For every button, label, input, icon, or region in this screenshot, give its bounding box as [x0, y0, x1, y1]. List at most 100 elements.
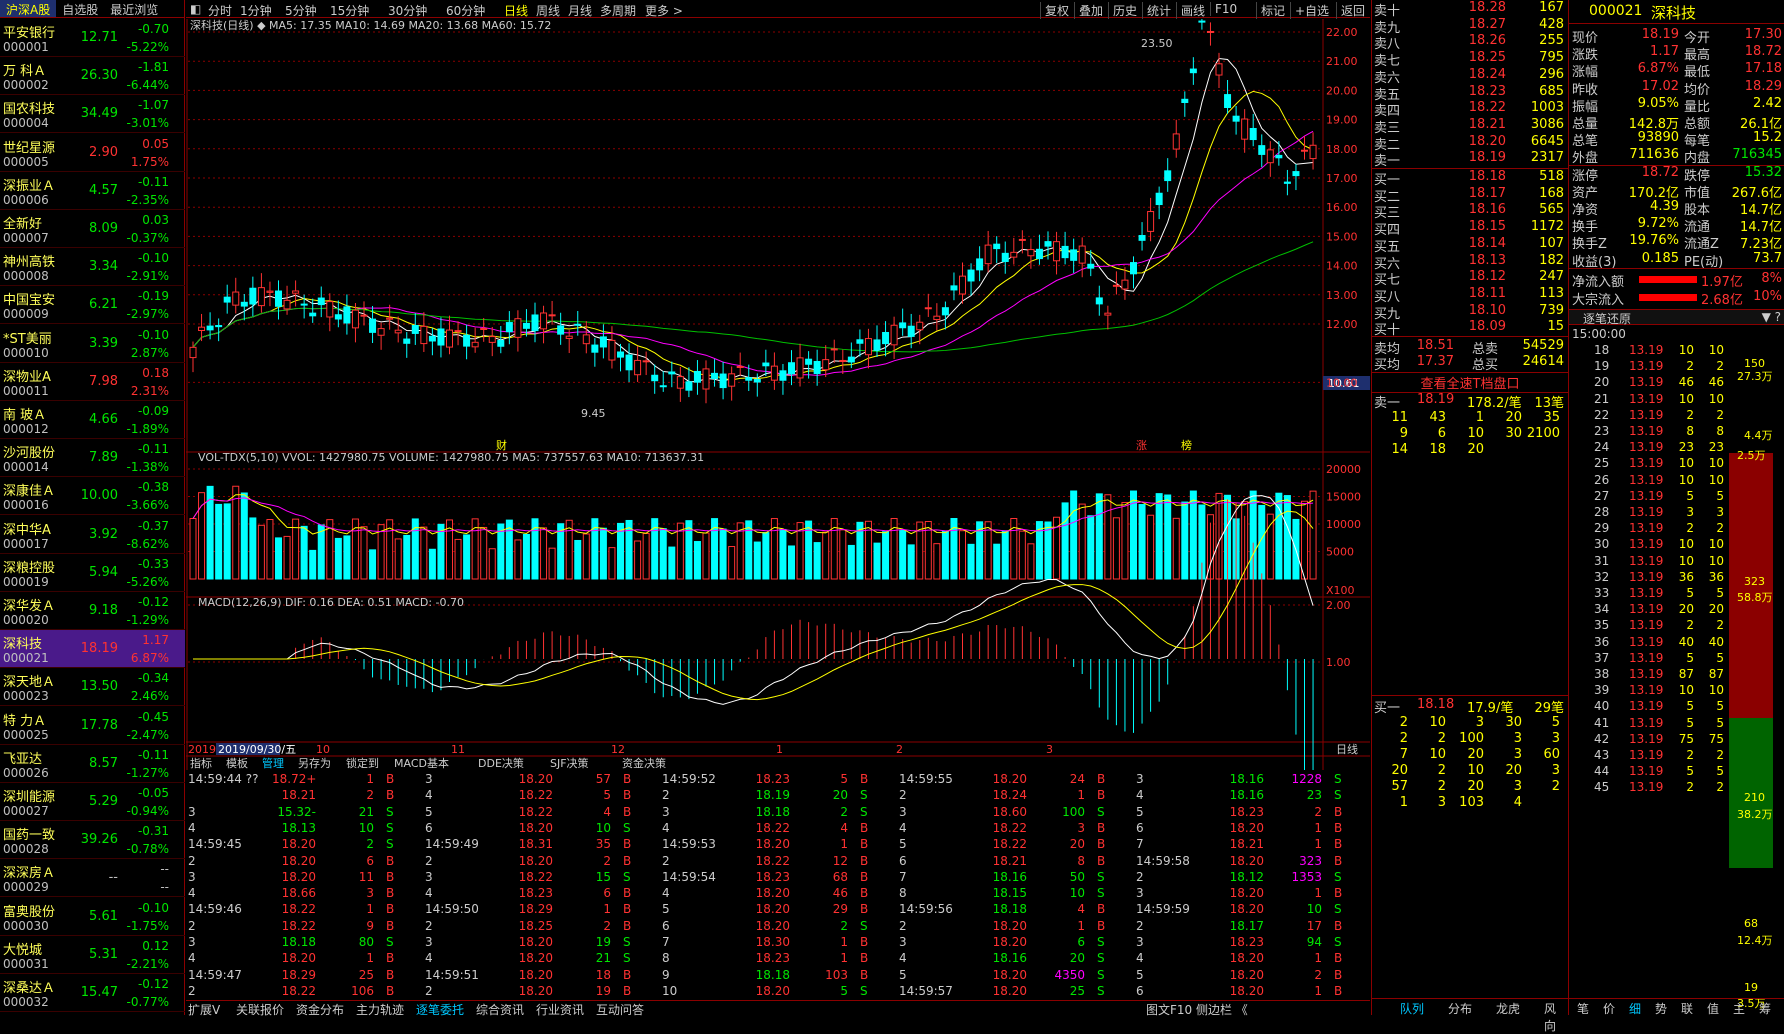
stock-row[interactable]: 国农科技 000004 34.49 -1.07 -3.01%: [0, 95, 185, 134]
queue-tab-2[interactable]: 龙虎: [1496, 1000, 1520, 1017]
period-9[interactable]: 多周期: [600, 2, 636, 19]
sidebar-toggle[interactable]: 图文F10 侧边栏 《: [1146, 1001, 1248, 1018]
event-marker-fin[interactable]: 财: [496, 438, 507, 452]
tick-price: 18.20: [1229, 967, 1264, 982]
stock-row[interactable]: 深振业Ａ 000006 4.57 -0.11 -2.35%: [0, 172, 185, 210]
period-1[interactable]: 1分钟: [240, 2, 272, 19]
volume-bar: [839, 529, 847, 580]
tool-0[interactable]: 复权: [1040, 2, 1073, 19]
stock-row[interactable]: 深粮控股 000019 5.94 -0.33 -5.26%: [0, 554, 185, 592]
stock-row[interactable]: 深物业A 000011 7.98 0.18 2.31%: [0, 363, 185, 401]
event-marker-up[interactable]: 涨: [1136, 439, 1147, 452]
period-6[interactable]: 日线: [504, 2, 528, 19]
period-0[interactable]: 分时: [208, 2, 232, 19]
tool-5[interactable]: F10: [1210, 2, 1241, 16]
stock-row[interactable]: 南 玻Ａ 000012 4.66 -0.09 -1.89%: [0, 401, 185, 439]
tool-4[interactable]: 画线: [1176, 2, 1209, 19]
quote-tab-4[interactable]: 联: [1681, 1000, 1693, 1017]
bottom-tab-1[interactable]: 关联报价: [236, 1001, 284, 1018]
bottom-tab-6[interactable]: 行业资讯: [536, 1001, 584, 1018]
stock-row[interactable]: 深华发Ａ 000020 9.18 -0.12 -1.29%: [0, 592, 185, 630]
quote-tab-3[interactable]: 势: [1655, 1000, 1667, 1017]
indicator-tab[interactable]: 指标: [190, 756, 212, 770]
queue-avg: 17.9/笔: [1467, 701, 1514, 716]
period-10[interactable]: 更多 >: [645, 2, 683, 19]
stock-pct: -2.47%: [126, 727, 169, 742]
stock-row[interactable]: 平安银行 000001 12.71 -0.70 -5.22%: [0, 19, 185, 57]
tick-restore-header[interactable]: 逐笔还原 ▼ ?: [1569, 309, 1784, 326]
quote-tab-6[interactable]: 主: [1733, 1000, 1745, 1017]
stock-row[interactable]: 万 科Ａ 000002 26.30 -1.81 -6.44%: [0, 57, 185, 96]
tool-7[interactable]: +自选: [1290, 2, 1333, 19]
stock-row[interactable]: 国药一致 000028 39.26 -0.31 -0.78%: [0, 821, 185, 860]
stock-row[interactable]: 深桑达Ａ 000032 15.47 -0.12 -0.77%: [0, 974, 185, 1012]
bottom-tab-7[interactable]: 互动问答: [596, 1001, 644, 1018]
bottom-tab-3[interactable]: 主力轨迹: [356, 1001, 404, 1018]
stock-row[interactable]: 深中华A 000017 3.92 -0.37 -8.62%: [0, 516, 185, 554]
stock-pct: -3.01%: [126, 116, 169, 131]
stock-row[interactable]: 特 力Ａ 000025 17.78 -0.45 -2.47%: [0, 707, 185, 745]
kline-chart[interactable]: 深科技(日线) ◆ MA5: 17.35 MA10: 14.69 MA20: 1…: [186, 19, 1370, 770]
stock-row[interactable]: *ST美丽 000010 3.39 -0.10 2.87%: [0, 325, 185, 363]
quote-tab-7[interactable]: 筹: [1759, 1000, 1771, 1017]
stock-row[interactable]: 世纪星源 000005 2.90 0.05 1.75%: [0, 134, 185, 172]
bottom-tab-5[interactable]: 综合资讯: [476, 1001, 524, 1018]
tool-6[interactable]: 标记: [1256, 2, 1289, 19]
period-2[interactable]: 5分钟: [285, 2, 317, 19]
stock-row[interactable]: 全新好 000007 8.09 0.03 -0.37%: [0, 210, 185, 248]
queue-tab-0[interactable]: 队列: [1400, 1000, 1424, 1017]
stock-row[interactable]: 飞亚达 000026 8.57 -0.11 -1.27%: [0, 745, 185, 783]
stock-price: 5.94: [89, 564, 118, 580]
tool-2[interactable]: 历史: [1108, 2, 1141, 19]
period-4[interactable]: 30分钟: [388, 2, 427, 19]
tick-side: S: [623, 869, 631, 884]
period-5[interactable]: 60分钟: [446, 2, 485, 19]
stock-row[interactable]: 大悦城 000031 5.31 0.12 -2.21%: [0, 936, 185, 974]
stock-row[interactable]: 沙河股份 000014 7.89 -0.11 -1.38%: [0, 439, 185, 478]
collapse-icon[interactable]: ◧: [190, 2, 201, 16]
indicator-tab[interactable]: SJF决策: [550, 756, 589, 770]
tab-recent[interactable]: 最近浏览: [104, 0, 164, 17]
indicator-tab[interactable]: 模板: [226, 756, 248, 770]
period-8[interactable]: 月线: [568, 2, 592, 19]
quote-tab-2[interactable]: 细: [1629, 1000, 1641, 1017]
tick-price: 18.20: [281, 853, 316, 868]
quote-tab-1[interactable]: 价: [1603, 1000, 1615, 1017]
period-7[interactable]: 周线: [536, 2, 560, 19]
stock-row[interactable]: 富奥股份 000030 5.61 -0.10 -1.75%: [0, 898, 185, 936]
quote-tab-5[interactable]: 值: [1707, 1000, 1719, 1017]
tool-8[interactable]: 返回: [1336, 2, 1369, 19]
period-3[interactable]: 15分钟: [330, 2, 369, 19]
tool-1[interactable]: 叠加: [1074, 2, 1107, 19]
stock-row[interactable]: 深康佳Ａ 000016 10.00 -0.38 -3.66%: [0, 477, 185, 516]
bottom-tab-0[interactable]: 扩展V: [188, 1001, 220, 1018]
stock-row[interactable]: 深天地Ａ 000023 13.50 -0.34 2.46%: [0, 668, 185, 707]
indicator-tab[interactable]: 锁定到: [346, 756, 379, 770]
stock-row[interactable]: 神州高铁 000008 3.34 -0.10 -2.91%: [0, 248, 185, 287]
stock-row[interactable]: 中国宝安 000009 6.21 -0.19 -2.97%: [0, 286, 185, 325]
event-marker-list[interactable]: 榜: [1181, 438, 1192, 452]
queue-tab-1[interactable]: 分布: [1448, 1000, 1472, 1017]
stock-row[interactable]: 深深房Ａ 000029 -- -- --: [0, 859, 185, 898]
full-queue-link[interactable]: 查看全速T档盘口: [1372, 372, 1568, 393]
queue-tab-3[interactable]: 风向: [1544, 1000, 1567, 1034]
tick-vol: 75: [1678, 731, 1694, 746]
tick-price: 13.19: [1629, 683, 1664, 698]
quote-label: 振幅: [1572, 99, 1599, 115]
indicator-tab[interactable]: MACD基本: [394, 756, 449, 770]
quote-label: 跌停: [1684, 168, 1711, 184]
quote-tab-0[interactable]: 笔: [1577, 1000, 1589, 1017]
bottom-tab-4[interactable]: 逐笔委托: [416, 1001, 464, 1018]
indicator-tab[interactable]: 另存为: [298, 756, 331, 770]
stock-row[interactable]: 深科技 000021 18.19 1.17 6.87%: [0, 630, 185, 669]
tab-hs-a[interactable]: 沪深A股: [0, 0, 57, 17]
indicator-tab[interactable]: DDE决策: [478, 756, 524, 770]
indicator-tab[interactable]: 管理: [262, 756, 284, 770]
quote-value: 170.2亿: [1628, 185, 1679, 201]
tab-watchlist[interactable]: 自选股: [56, 0, 104, 17]
indicator-tab[interactable]: 资金决策: [622, 756, 666, 770]
stock-row[interactable]: 深圳能源 000027 5.29 -0.05 -0.94%: [0, 783, 185, 821]
bottom-tab-2[interactable]: 资金分布: [296, 1001, 344, 1018]
tool-3[interactable]: 统计: [1142, 2, 1175, 19]
tick-price: 18.20: [1229, 951, 1264, 966]
